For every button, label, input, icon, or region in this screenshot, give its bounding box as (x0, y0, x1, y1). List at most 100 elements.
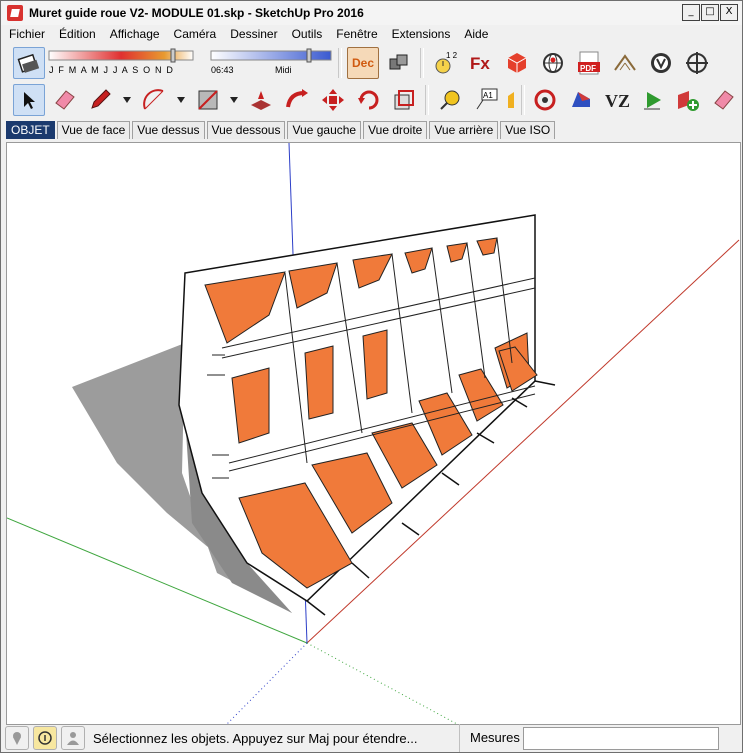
tab-vue-gauche[interactable]: Vue gauche (287, 121, 362, 139)
add-scene-button[interactable] (673, 84, 705, 116)
tab-vue-droite[interactable]: Vue droite (363, 121, 428, 139)
tape-measure-tool-button[interactable] (434, 84, 466, 116)
polygon-shape-button[interactable] (565, 84, 597, 116)
toolbar-top: J F M A M J J A S O N D 06:43 Midi Dec 1… (1, 44, 742, 82)
geolocation-button[interactable] (537, 47, 569, 79)
svg-text:PDF: PDF (580, 64, 596, 73)
rectangle-tool-button[interactable] (192, 84, 224, 116)
date-slider[interactable]: J F M A M J J A S O N D (47, 47, 197, 79)
menu-camera[interactable]: Caméra (167, 27, 224, 41)
play-animation-button[interactable] (637, 84, 669, 116)
export-pdf-button[interactable]: PDF (573, 47, 605, 79)
play-icon (643, 92, 661, 110)
pencil-tool-button[interactable] (85, 84, 117, 116)
v-logo-button[interactable] (645, 47, 677, 79)
rectangle-icon (197, 90, 218, 110)
blue-axis-negative (226, 642, 308, 724)
tab-vue-de-face[interactable]: Vue de face (56, 121, 131, 139)
date-slider-months: J F M A M J J A S O N D (49, 65, 175, 75)
tape-measure-icon (440, 90, 460, 110)
target-icon (534, 89, 556, 111)
move-icon (321, 89, 344, 111)
tab-vue-dessous[interactable]: Vue dessous (206, 121, 286, 139)
pencil-dropdown[interactable] (120, 84, 134, 116)
text-tool-button[interactable]: A1 (470, 84, 502, 116)
menu-fenetre[interactable]: Fenêtre (329, 27, 384, 41)
dec-button[interactable]: Dec (347, 47, 379, 79)
geolocation-status[interactable] (5, 726, 29, 750)
roof-icon (614, 54, 636, 71)
add-scene-icon (678, 91, 700, 111)
maximize-button[interactable]: □ (701, 4, 719, 21)
scene-tabs: OBJET Vue de face Vue dessus Vue dessous… (1, 119, 742, 139)
credits-status[interactable] (33, 726, 57, 750)
arc-dropdown[interactable] (174, 84, 188, 116)
rotate-tool-button[interactable] (353, 84, 385, 116)
svg-text:Fx: Fx (470, 54, 490, 73)
menu-affichage[interactable]: Affichage (103, 27, 167, 41)
sketchup-app-icon (7, 5, 23, 21)
menu-outils[interactable]: Outils (285, 27, 330, 41)
tab-vue-dessus[interactable]: Vue dessus (132, 121, 205, 139)
toolbar-separator (520, 85, 525, 115)
green-axis-negative (306, 642, 458, 724)
svg-text:1 2 3: 1 2 3 (446, 51, 458, 60)
account-status[interactable] (61, 726, 85, 750)
move-tool-button[interactable] (317, 84, 349, 116)
menu-bar: Fichier Édition Affichage Caméra Dessine… (1, 25, 742, 43)
time-slider[interactable]: 06:43 Midi (209, 47, 335, 79)
pdf-icon: PDF (578, 51, 600, 75)
vz-icon: VZ (605, 91, 630, 111)
globe-icon (543, 53, 563, 73)
text-tool-label: A1 (483, 91, 493, 100)
pencil-icon (91, 89, 112, 109)
rectangle-dropdown[interactable] (228, 84, 242, 116)
model-scene (7, 143, 740, 724)
fx-button[interactable]: Fx (465, 47, 497, 79)
sequence-timer-button[interactable]: 1 2 3 (429, 47, 461, 79)
circle-target-button[interactable] (530, 84, 562, 116)
extension-box-button[interactable] (501, 47, 533, 79)
user-icon (67, 732, 79, 745)
toolbar-separator (338, 48, 342, 78)
timer-icon: 1 2 3 (435, 51, 458, 74)
arc-tool-button[interactable] (138, 84, 170, 116)
title-bar: Muret guide roue V2- MODULE 01.skp - Ske… (1, 1, 742, 25)
crosshair-icon (686, 52, 708, 74)
toolbar-separator (420, 48, 424, 78)
text-label-icon: A1 (476, 88, 498, 110)
paint-bucket-icon (507, 92, 514, 108)
menu-extensions[interactable]: Extensions (385, 27, 458, 41)
window-controls: _ □ X (682, 4, 738, 21)
eraser-scene-icon (714, 90, 734, 110)
eraser-tool-button[interactable] (49, 84, 81, 116)
toolbar-separator (425, 85, 430, 115)
menu-aide[interactable]: Aide (457, 27, 495, 41)
select-tool-button[interactable] (13, 84, 45, 116)
v-logo-icon (651, 53, 671, 73)
fx-icon: Fx (470, 54, 490, 73)
chevron-down-icon (176, 97, 185, 103)
roof-button[interactable] (609, 47, 641, 79)
follow-me-tool-button[interactable] (281, 84, 313, 116)
measurements-input[interactable] (523, 727, 719, 750)
components-button[interactable] (383, 47, 415, 79)
delete-scene-button[interactable] (708, 84, 740, 116)
shadows-toggle-button[interactable] (13, 47, 45, 79)
vz-button[interactable]: VZ (601, 84, 633, 116)
tab-vue-arriere[interactable]: Vue arrière (429, 121, 499, 139)
status-message: Sélectionnez les objets. Appuyez sur Maj… (93, 730, 418, 746)
modeling-viewport[interactable] (6, 142, 741, 725)
push-pull-tool-button[interactable] (245, 84, 277, 116)
paint-bucket-tool-button[interactable] (506, 84, 516, 116)
menu-dessiner[interactable]: Dessiner (223, 27, 284, 41)
menu-fichier[interactable]: Fichier (1, 27, 52, 41)
scale-tool-button[interactable] (388, 84, 420, 116)
close-button[interactable]: X (720, 4, 738, 21)
chevron-down-icon (123, 97, 132, 103)
crosshair-button[interactable] (681, 47, 713, 79)
minimize-button[interactable]: _ (682, 4, 700, 21)
tab-objet[interactable]: OBJET (6, 121, 55, 139)
tab-vue-iso[interactable]: Vue ISO (500, 121, 556, 139)
menu-edition[interactable]: Édition (52, 27, 103, 41)
